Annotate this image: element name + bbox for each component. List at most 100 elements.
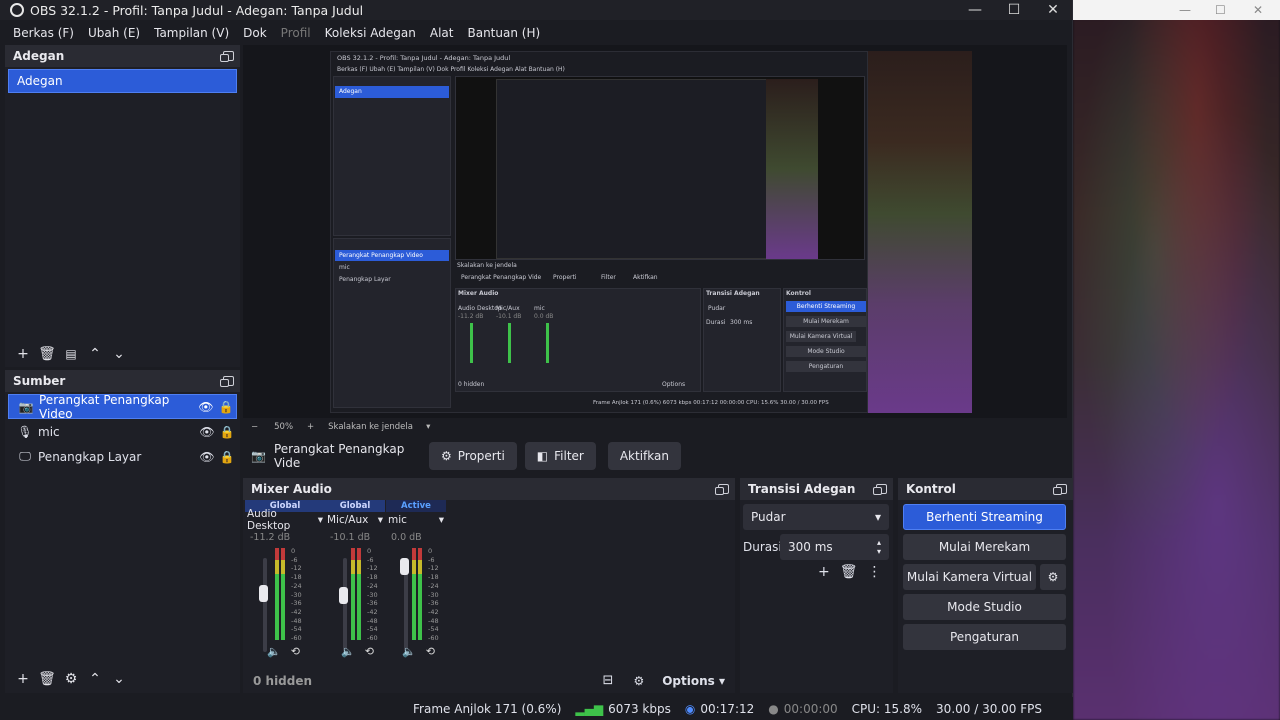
meter-tick-label: -36 [367,599,378,608]
sources-toolbar: + 🗑 ⚙ ⌃ ⌄ [5,668,129,690]
undock-icon[interactable] [873,484,887,495]
speaker-icon[interactable]: 🔈 [341,645,355,658]
channel-name-select[interactable]: Audio Desktop ▾ [245,508,325,532]
zoom-in-button[interactable]: + [307,422,314,432]
volume-fader-knob[interactable] [400,558,409,575]
volume-fader-knob[interactable] [339,586,348,604]
nested-b3: Mulai Kamera Virtual [786,331,856,342]
menu-tools[interactable]: Alat [423,26,461,40]
lock-icon[interactable]: 🔒 [216,400,236,414]
remove-source-icon[interactable]: 🗑 [37,669,57,689]
remove-transition-icon[interactable]: 🗑 [840,564,858,580]
visibility-eye-icon[interactable]: 👁 [196,400,216,414]
monitor-audio-icon[interactable]: ⟲ [365,645,374,658]
move-down-icon[interactable]: ⌄ [109,344,129,364]
background-maximize-icon[interactable]: ☐ [1215,3,1226,17]
channel-tag: Global [325,500,385,512]
transition-menu-icon[interactable]: ⋮ [868,564,882,580]
nested-b4: Mode Studio [786,346,866,357]
menu-file[interactable]: Berkas (F) [6,26,81,40]
visibility-eye-icon[interactable]: 👁 [197,450,217,464]
menu-profile[interactable]: Profil [274,26,318,40]
duration-spinbox[interactable]: 300 ms ▴ ▾ [780,534,889,560]
volume-fader-track[interactable] [263,558,267,652]
channel-controls: 🔈 ⟲ [341,645,374,658]
bitrate-value: 6073 kbps [608,701,671,716]
minimize-button[interactable]: — [956,1,994,19]
channel-tag: Active [386,500,446,512]
channel-name-select[interactable]: Mic/Aux ▾ [325,512,385,528]
move-up-icon[interactable]: ⌃ [85,344,105,364]
settings-button[interactable]: Pengaturan [903,624,1066,650]
start-recording-button[interactable]: Mulai Merekam [903,534,1066,560]
meter-tick-label: -18 [428,573,439,582]
menu-edit[interactable]: Ubah (E) [81,26,147,40]
chevron-down-icon: ▾ [874,510,881,524]
remove-scene-icon[interactable]: 🗑 [37,344,57,364]
volume-fader-knob[interactable] [259,585,268,603]
audio-meter-bar [418,560,422,574]
undock-icon[interactable] [715,484,729,495]
zoom-out-button[interactable]: − [251,422,258,432]
properties-button[interactable]: ⚙ Properti [429,442,517,470]
activate-button[interactable]: Aktifkan [607,442,681,470]
background-minimize-icon[interactable]: — [1179,3,1191,17]
speaker-icon[interactable]: 🔈 [402,645,416,658]
speaker-icon[interactable]: 🔈 [267,645,281,658]
scale-mode-select[interactable]: Skalakan ke jendela [328,422,418,432]
lock-icon[interactable]: 🔒 [217,425,237,439]
context-bar: 📷 Perangkat Penangkap Vide ⚙ Properti ◧ … [243,439,1067,473]
add-transition-icon[interactable]: + [818,564,830,580]
virtual-camera-gear-icon[interactable]: ⚙ [1040,564,1066,590]
source-properties-gear-icon[interactable]: ⚙ [61,669,81,689]
undock-icon[interactable] [220,51,234,62]
chevron-down-icon[interactable]: ▾ [426,422,430,432]
preview-zoom-bar: − 50% + Skalakan ke jendela ▾ [243,418,1067,436]
options-dropdown[interactable]: Options ▾ [662,674,725,688]
transition-type-select[interactable]: Pudar ▾ [743,504,889,530]
maximize-button[interactable]: ☐ [995,1,1033,19]
start-virtual-camera-button[interactable]: Mulai Kamera Virtual [903,564,1036,590]
menu-help[interactable]: Bantuan (H) [460,26,547,40]
undock-icon[interactable] [1053,484,1067,495]
scene-item-selected[interactable]: Adegan [8,69,237,93]
meter-tick-label: 0 [367,547,372,555]
close-button[interactable]: ✕ [1034,1,1072,19]
advanced-audio-gear-icon[interactable]: ⚙ [633,674,644,688]
volume-fader-track[interactable] [343,558,347,652]
move-up-icon[interactable]: ⌃ [85,669,105,689]
audio-meter-bar [357,560,361,574]
add-scene-icon[interactable]: + [13,344,33,364]
hidden-count: 0 hidden [253,673,313,688]
background-close-icon[interactable]: ✕ [1253,3,1263,17]
context-source-name: Perangkat Penangkap Vide [273,442,405,470]
meter-tick-label: -48 [291,616,302,625]
monitor-audio-icon[interactable]: ⟲ [291,645,300,658]
studio-mode-button[interactable]: Mode Studio [903,594,1066,620]
spin-arrows-icon[interactable]: ▴ ▾ [877,538,881,556]
meter-tick-label: -42 [428,607,439,616]
bitrate-status: ▂▄▆ 6073 kbps [568,702,677,716]
layout-toggle-icon[interactable]: ⊟ [603,673,614,688]
monitor-audio-icon[interactable]: ⟲ [426,645,435,658]
meter-tick-label: 0 [428,547,433,555]
menu-scene-collection[interactable]: Koleksi Adegan [318,26,423,40]
source-item[interactable]: 📷 Perangkat Penangkap Video 👁 🔒 [8,393,237,421]
menu-view[interactable]: Tampilan (V) [147,26,236,40]
stop-streaming-button[interactable]: Berhenti Streaming [903,504,1066,530]
visibility-eye-icon[interactable]: 👁 [197,425,217,439]
channel-name-select[interactable]: mic ▾ [386,512,446,528]
undock-icon[interactable] [220,376,234,387]
microphone-icon: 🎙 [17,424,33,439]
audio-mixer-dock: Mixer Audio Global Audio Desktop ▾ -11.2 dB… [243,478,735,693]
meter-tick-label: -30 [428,590,439,599]
filters-button[interactable]: ◧ Filter [524,442,596,470]
source-item[interactable]: 🖵 Penangkap Layar 👁 🔒 [8,444,237,469]
source-item[interactable]: 🎙 mic 👁 🔒 [8,419,237,444]
move-down-icon[interactable]: ⌄ [109,669,129,689]
preview-canvas[interactable]: OBS 32.1.2 - Profil: Tanpa Judul - Adega… [243,45,1067,418]
menu-docks[interactable]: Dok [236,26,274,40]
lock-icon[interactable]: 🔒 [217,450,237,464]
scene-filter-icon[interactable]: ▤ [61,344,81,364]
add-source-icon[interactable]: + [13,669,33,689]
